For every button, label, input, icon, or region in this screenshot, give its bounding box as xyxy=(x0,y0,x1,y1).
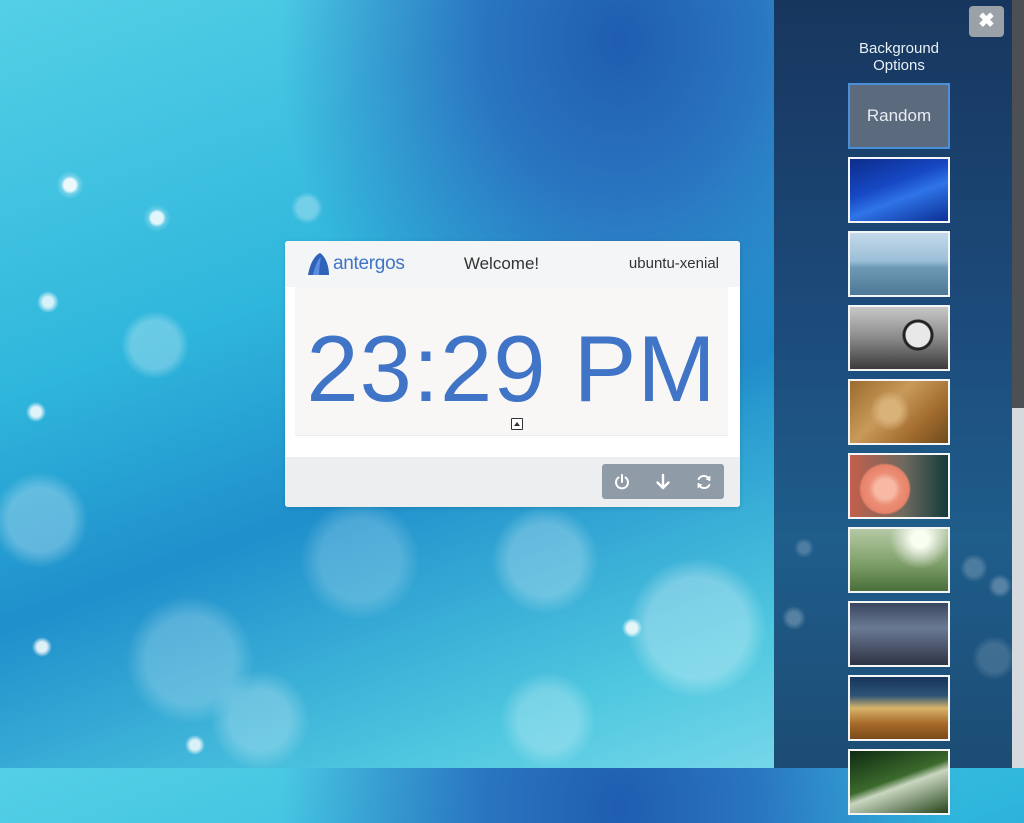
card-header: antergos Welcome! ubuntu-xenial xyxy=(285,241,740,287)
background-thumb-blue-abstract[interactable] xyxy=(848,157,950,223)
expand-up-icon[interactable] xyxy=(511,418,523,430)
background-options-title: Background Options xyxy=(858,40,940,74)
background-thumb-building[interactable] xyxy=(848,601,950,667)
background-thumb-lake-pier[interactable] xyxy=(848,231,950,297)
background-thumb-dry-grass[interactable] xyxy=(848,379,950,445)
background-thumb-sunny-meadow[interactable] xyxy=(848,527,950,593)
clock-panel: 23:29 PM xyxy=(295,287,728,436)
restart-button[interactable] xyxy=(683,464,724,499)
background-thumb-pink-flower[interactable] xyxy=(848,453,950,519)
sidebar-scrollbar[interactable] xyxy=(1012,0,1024,768)
background-thumbnail-list: Random xyxy=(848,83,950,823)
shutdown-button[interactable] xyxy=(602,464,643,499)
welcome-text: Welcome! xyxy=(463,254,540,273)
close-icon: ✖ xyxy=(978,10,995,32)
power-icon xyxy=(615,473,630,489)
card-footer xyxy=(285,457,740,507)
antergos-logo-text: antergos xyxy=(333,253,405,274)
login-card: antergos Welcome! ubuntu-xenial 23:29 PM xyxy=(285,241,740,507)
background-thumb-clock[interactable] xyxy=(848,305,950,371)
arrow-down-icon xyxy=(656,473,670,489)
power-button-group xyxy=(602,464,724,499)
refresh-icon xyxy=(697,474,711,489)
hostname-label: ubuntu-xenial xyxy=(628,255,719,272)
close-sidebar-button[interactable]: ✖ xyxy=(969,6,1004,37)
background-thumb-wheat-field[interactable] xyxy=(848,675,950,741)
antergos-logo: antergos xyxy=(305,251,405,277)
clock-display: 23:29 PM xyxy=(306,316,717,421)
random-background-button[interactable]: Random xyxy=(848,83,950,149)
random-label: Random xyxy=(866,106,932,125)
suspend-button[interactable] xyxy=(643,464,684,499)
background-thumb-leaf-droplets[interactable] xyxy=(848,749,950,815)
antergos-logo-icon xyxy=(308,253,329,275)
scrollbar-thumb[interactable] xyxy=(1012,0,1024,408)
